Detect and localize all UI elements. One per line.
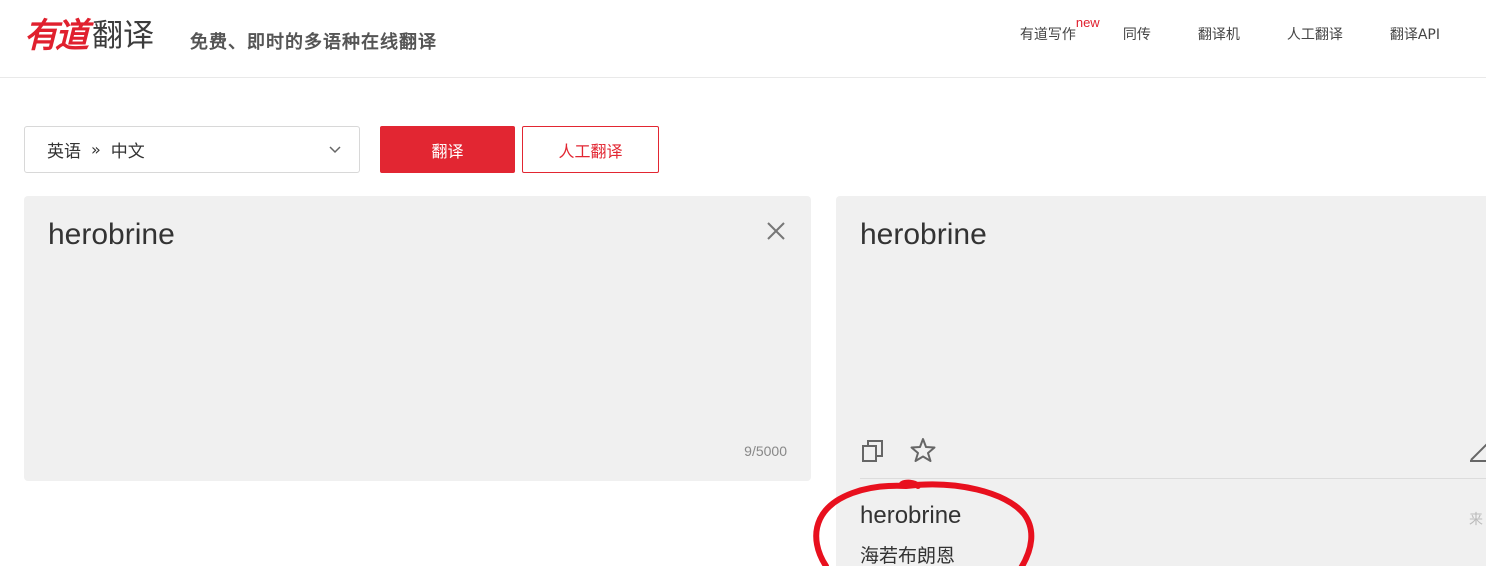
source-language: 英语	[47, 142, 81, 162]
nav-item-human-translation[interactable]: 人工翻译	[1287, 24, 1343, 44]
nav-item-label: 人工翻译	[1286, 27, 1343, 43]
close-icon[interactable]	[765, 220, 787, 242]
nav-item-label: 翻译API	[1389, 27, 1440, 43]
language-separator: »	[91, 140, 101, 159]
dictionary-meaning: 海若布朗恩	[860, 545, 956, 566]
header: 有道 翻译 免费、即时的多语种在线翻译 有道写作 new 同传 翻译机 人工翻译…	[0, 0, 1486, 78]
char-count: 9/5000	[744, 443, 787, 459]
output-panel: herobrine herobrine 海若布朗恩 来	[836, 196, 1486, 566]
human-translate-button[interactable]: 人工翻译	[522, 126, 659, 173]
source-text-input[interactable]: herobrine	[48, 218, 175, 252]
translate-button[interactable]: 翻译	[380, 126, 515, 173]
language-select[interactable]: 英语 » 中文	[24, 126, 360, 173]
target-language: 中文	[110, 142, 145, 162]
logo[interactable]: 有道 翻译	[24, 12, 154, 56]
dictionary-source-link[interactable]: 来	[1469, 509, 1483, 529]
nav-item-api[interactable]: 翻译API	[1390, 24, 1440, 44]
logo-brand: 有道	[24, 16, 89, 56]
nav-item-translator-device[interactable]: 翻译机	[1198, 24, 1240, 44]
divider	[860, 478, 1486, 479]
chevron-down-icon	[329, 146, 341, 154]
page: 有道 翻译 免费、即时的多语种在线翻译 有道写作 new 同传 翻译机 人工翻译…	[0, 0, 1486, 566]
slogan: 免费、即时的多语种在线翻译	[190, 32, 437, 53]
new-badge: new	[1075, 15, 1100, 30]
logo-product: 翻译	[92, 18, 154, 54]
nav-item-writing[interactable]: 有道写作 new	[1019, 15, 1100, 44]
dictionary-word: herobrine	[860, 502, 962, 529]
input-panel[interactable]: herobrine 9/5000	[24, 196, 811, 481]
top-nav: 有道写作 new 同传 翻译机 人工翻译 翻译API	[1019, 15, 1440, 44]
star-icon[interactable]	[910, 437, 936, 463]
edit-icon[interactable]	[1468, 439, 1486, 463]
translation-result: herobrine	[860, 218, 987, 251]
nav-item-interpreting[interactable]: 同传	[1123, 24, 1151, 44]
nav-item-label: 同传	[1122, 27, 1151, 43]
copy-icon[interactable]	[861, 439, 885, 463]
nav-item-label: 有道写作	[1019, 27, 1076, 43]
nav-item-label: 翻译机	[1197, 27, 1240, 43]
